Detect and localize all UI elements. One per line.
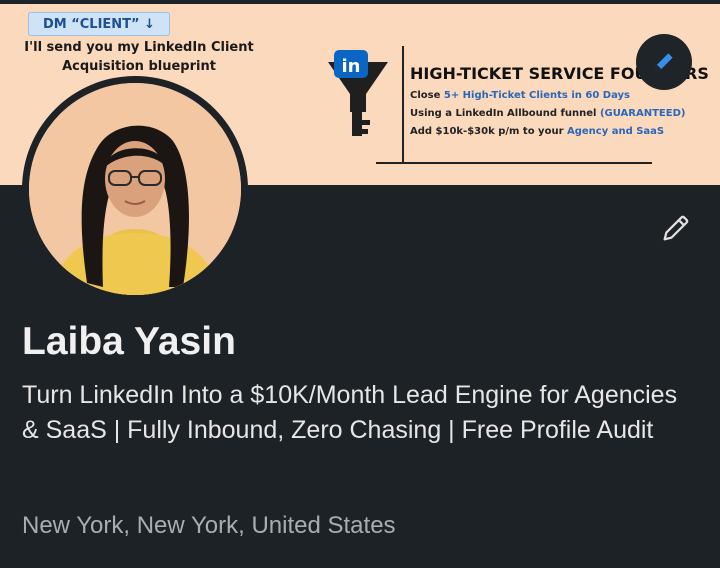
banner-caption-line2: Acquisition blueprint (62, 59, 216, 74)
profile-photo[interactable] (22, 76, 248, 302)
banner-caption: I'll send you my LinkedIn Client Acquisi… (14, 38, 264, 76)
pencil-icon (663, 215, 689, 241)
promo-divider-vertical (402, 46, 404, 164)
promo-line-3-highlight: Agency and SaaS (566, 126, 665, 137)
promo-divider-horizontal (376, 162, 652, 164)
promo-line-2: Using a LinkedIn Allbound funnel (GUARAN… (410, 108, 685, 119)
promo-line-3: Add $10k-$30k p/m to your Agency and Saa… (410, 126, 664, 137)
promo-line-3-text: Add $10k-$30k p/m to your (410, 126, 567, 137)
avatar-illustration (29, 83, 241, 295)
promo-line-2-text: Using a LinkedIn Allbound funnel (410, 108, 600, 119)
profile-name: Laiba Yasin (22, 320, 236, 363)
promo-line-1-highlight: 5+ High-Ticket Clients in 60 Days (443, 90, 630, 101)
promo-line-1: Close 5+ High-Ticket Clients in 60 Days (410, 90, 630, 101)
linkedin-logo-text: in (342, 56, 361, 77)
pencil-icon (655, 53, 673, 71)
profile-headline: Turn LinkedIn Into a $10K/Month Lead Eng… (22, 381, 678, 444)
profile-location: New York, New York, United States (22, 512, 396, 539)
edit-intro-button[interactable] (654, 206, 698, 250)
edit-banner-button[interactable] (636, 34, 692, 90)
banner-caption-line1: I'll send you my LinkedIn Client (24, 40, 254, 55)
linkedin-funnel-key-icon: in (328, 50, 388, 136)
promo-line-2-highlight: (GUARANTEED) (599, 108, 686, 119)
promo-line-1-text: Close (410, 90, 444, 101)
avatar (29, 83, 241, 295)
dm-client-badge: DM “CLIENT” ↓ (28, 12, 170, 36)
